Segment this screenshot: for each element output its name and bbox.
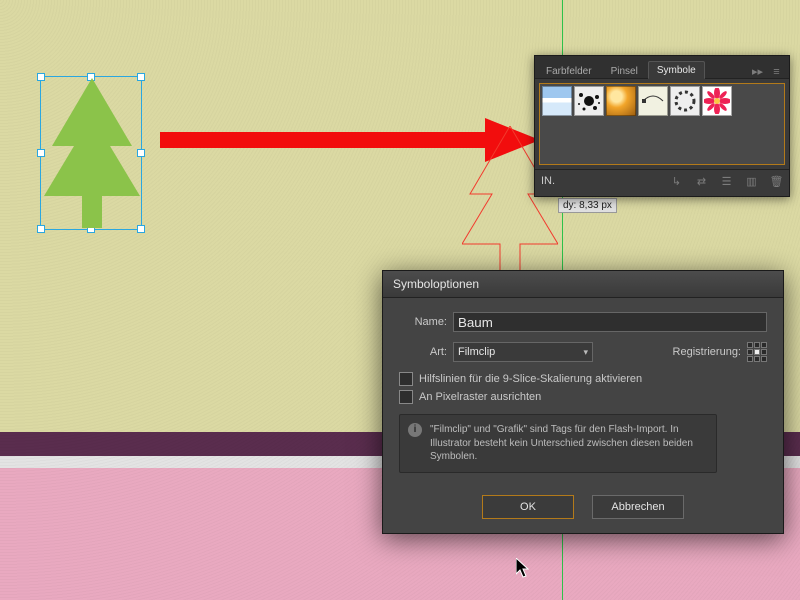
panel-menu-icon[interactable]: ≡	[770, 65, 783, 78]
symbol-flower[interactable]	[702, 86, 732, 116]
tree-shape-selected[interactable]	[44, 78, 140, 228]
symbols-panel[interactable]: Farbfelder Pinsel Symbole ▸▸ ≡	[534, 55, 790, 197]
dialog-title: Symboloptionen	[383, 271, 783, 298]
type-select[interactable]: Filmclip	[453, 342, 593, 362]
mouse-cursor-icon	[516, 558, 532, 578]
info-note: i "Filmclip" und "Grafik" sind Tags für …	[399, 414, 717, 473]
registration-control[interactable]: Registrierung:	[673, 342, 767, 362]
checkbox-9slice[interactable]	[399, 372, 413, 386]
delete-symbol-icon[interactable]: 🗑	[770, 175, 783, 188]
name-label: Name:	[399, 316, 453, 328]
measurement-tooltip: dy: 8,33 px	[558, 198, 617, 213]
symbol-gear-ring[interactable]	[670, 86, 700, 116]
registration-grid[interactable]	[747, 342, 767, 362]
checkbox-pixelgrid-row[interactable]: An Pixelraster ausrichten	[399, 390, 767, 404]
tab-symbols[interactable]: Symbole	[648, 61, 705, 79]
artboard-canvas[interactable]: dy: 8,33 px Farbfelder Pinsel Symbole ▸▸…	[0, 0, 800, 600]
panel-footer: IN. ↳ ⇄ ☰ ▥ 🗑	[535, 169, 789, 192]
name-input[interactable]	[453, 312, 767, 332]
symbol-options-dialog[interactable]: Symboloptionen Name: Art: Filmclip Regis…	[382, 270, 784, 534]
panel-collapse-icon[interactable]: ▸▸	[751, 65, 764, 78]
tab-brushes[interactable]: Pinsel	[602, 62, 647, 79]
registration-label: Registrierung:	[673, 346, 741, 358]
panel-tabbar: Farbfelder Pinsel Symbole ▸▸ ≡	[535, 56, 789, 79]
checkbox-9slice-row[interactable]: Hilfslinien für die 9-Slice-Skalierung a…	[399, 372, 767, 386]
info-icon: i	[408, 423, 422, 437]
tab-swatches[interactable]: Farbfelder	[537, 62, 601, 79]
checkbox-9slice-label: Hilfslinien für die 9-Slice-Skalierung a…	[419, 373, 642, 385]
symbol-ink-splat[interactable]	[574, 86, 604, 116]
ok-button[interactable]: OK	[482, 495, 574, 519]
symbol-options-icon[interactable]: ☰	[720, 175, 733, 188]
new-symbol-icon[interactable]: ▥	[745, 175, 758, 188]
checkbox-pixelgrid-label: An Pixelraster ausrichten	[419, 391, 541, 403]
panel-library-menu[interactable]: IN.	[541, 175, 555, 187]
symbol-gradient-sky[interactable]	[542, 86, 572, 116]
symbol-orange-sphere[interactable]	[606, 86, 636, 116]
place-symbol-icon[interactable]: ↳	[670, 175, 683, 188]
type-label: Art:	[399, 346, 453, 358]
symbols-grid[interactable]	[539, 83, 785, 165]
checkbox-pixelgrid[interactable]	[399, 390, 413, 404]
info-text: "Filmclip" und "Grafik" sind Tags für de…	[430, 423, 708, 464]
cancel-button[interactable]: Abbrechen	[592, 495, 684, 519]
break-link-icon[interactable]: ⇄	[695, 175, 708, 188]
symbol-ribbon[interactable]	[638, 86, 668, 116]
